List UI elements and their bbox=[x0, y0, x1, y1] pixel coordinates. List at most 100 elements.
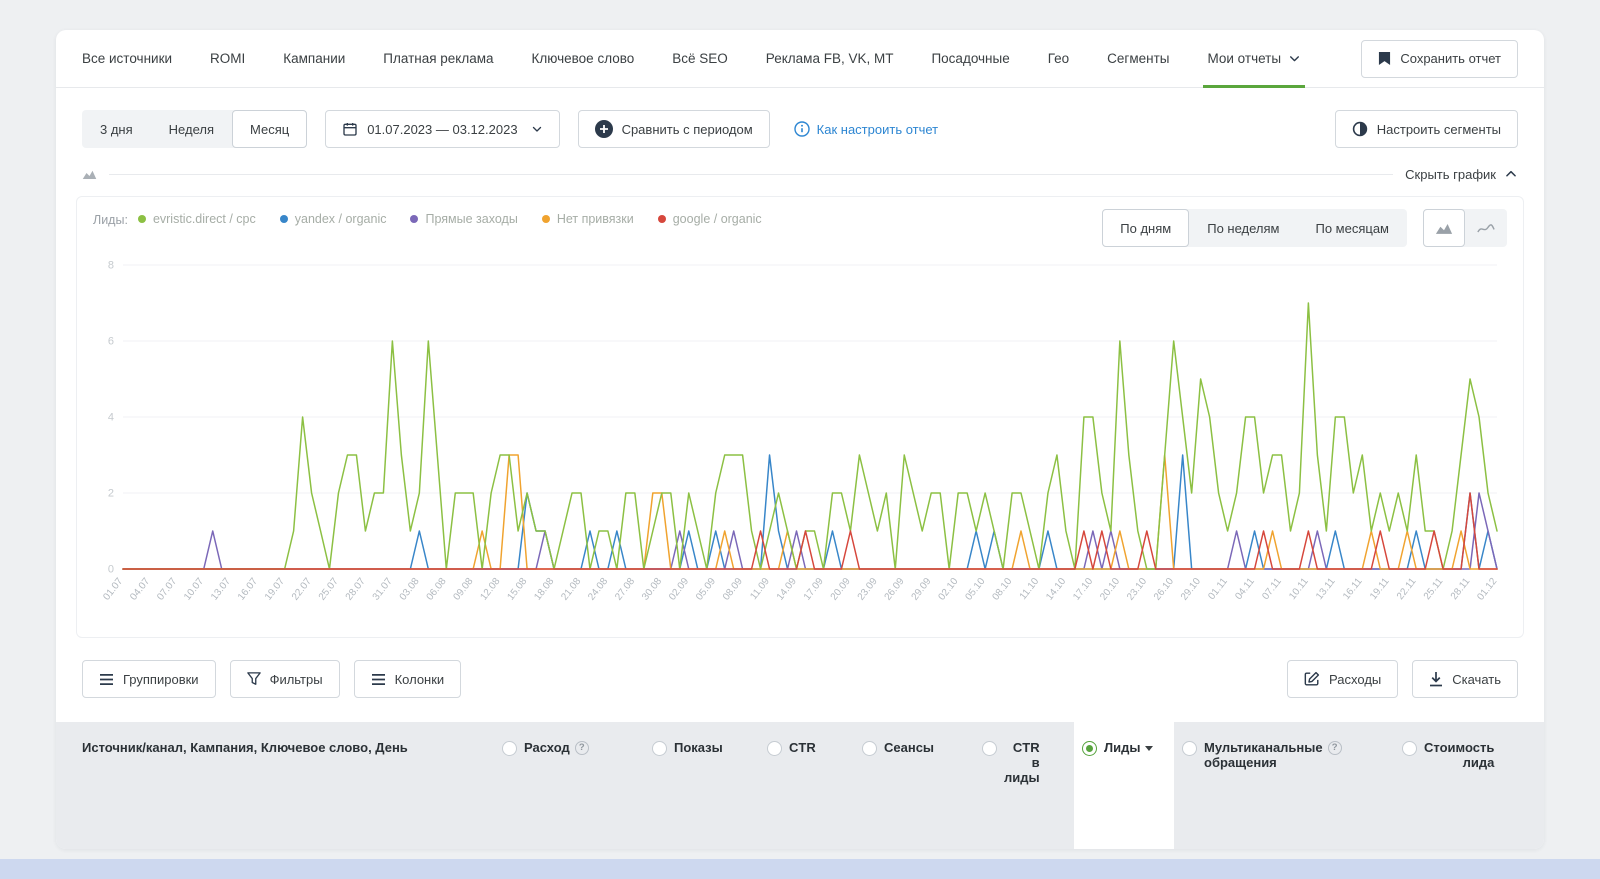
legend-dot bbox=[542, 215, 550, 223]
columns-icon bbox=[371, 673, 386, 686]
expenses-button[interactable]: Расходы bbox=[1287, 660, 1398, 698]
column-radio[interactable] bbox=[982, 741, 997, 756]
date-range-picker[interactable]: 01.07.2023 — 03.12.2023 bbox=[325, 110, 559, 148]
svg-text:16.11: 16.11 bbox=[1341, 576, 1365, 602]
svg-text:17.09: 17.09 bbox=[802, 576, 826, 603]
column-radio[interactable] bbox=[862, 741, 877, 756]
table-column-header[interactable]: CTRвлиды bbox=[974, 722, 1074, 849]
table-column-header[interactable]: Мультиканальные ?обращения bbox=[1174, 722, 1394, 849]
svg-text:03.08: 03.08 bbox=[398, 576, 422, 603]
svg-text:25.07: 25.07 bbox=[317, 576, 341, 603]
nav-tab-2[interactable]: Кампании bbox=[283, 30, 345, 87]
legend-title: Лиды: bbox=[93, 212, 128, 227]
save-report-button[interactable]: Сохранить отчет bbox=[1361, 40, 1518, 78]
column-radio[interactable] bbox=[1182, 741, 1197, 756]
nav-tab-9[interactable]: Сегменты bbox=[1107, 30, 1169, 87]
area-chart-type-button[interactable] bbox=[1423, 209, 1465, 247]
nav-tab-1[interactable]: ROMI bbox=[210, 30, 245, 87]
svg-text:18.08: 18.08 bbox=[532, 576, 556, 603]
info-icon bbox=[794, 121, 810, 137]
column-label: CTRвлиды bbox=[1004, 740, 1040, 785]
nav-tab-10[interactable]: Мои отчеты bbox=[1207, 30, 1301, 87]
download-button[interactable]: Скачать bbox=[1412, 660, 1518, 698]
svg-text:04.11: 04.11 bbox=[1233, 576, 1257, 602]
nav-tab-6[interactable]: Реклама FB, VK, MT bbox=[766, 30, 894, 87]
legend-item[interactable]: yandex / organic bbox=[280, 212, 387, 226]
line-chart-icon bbox=[1477, 222, 1495, 235]
filters-button[interactable]: Фильтры bbox=[230, 660, 340, 698]
column-radio[interactable] bbox=[1082, 741, 1097, 756]
granularity-option[interactable]: По дням bbox=[1102, 209, 1189, 247]
svg-text:27.08: 27.08 bbox=[613, 576, 637, 603]
columns-button[interactable]: Колонки bbox=[354, 660, 462, 698]
chart-type-segmented bbox=[1423, 209, 1507, 247]
nav-tab-7[interactable]: Посадочные bbox=[931, 30, 1009, 87]
legend-item[interactable]: Прямые заходы bbox=[410, 212, 517, 226]
tab-label: Гео bbox=[1048, 51, 1069, 66]
nav-tab-3[interactable]: Платная реклама bbox=[383, 30, 493, 87]
table-column-header[interactable]: CTR bbox=[759, 722, 854, 849]
table-column-header[interactable]: Лиды bbox=[1074, 722, 1174, 849]
svg-text:29.09: 29.09 bbox=[910, 576, 934, 603]
compare-period-button[interactable]: Сравнить с периодом bbox=[578, 110, 770, 148]
svg-text:13.07: 13.07 bbox=[209, 576, 233, 603]
hide-chart-link[interactable]: Скрыть график bbox=[1405, 167, 1518, 182]
segments-button[interactable]: Настроить сегменты bbox=[1335, 110, 1518, 148]
legend-label: evristic.direct / cpc bbox=[153, 212, 256, 226]
edit-icon bbox=[1304, 671, 1320, 687]
expenses-label: Расходы bbox=[1329, 672, 1381, 687]
nav-tab-4[interactable]: Ключевое слово bbox=[532, 30, 635, 87]
svg-text:6: 6 bbox=[108, 335, 114, 347]
svg-text:08.10: 08.10 bbox=[990, 576, 1014, 603]
column-radio[interactable] bbox=[767, 741, 782, 756]
column-radio[interactable] bbox=[1402, 741, 1417, 756]
column-label: Мультиканальные ?обращения bbox=[1204, 740, 1342, 770]
table-column-header[interactable]: Сеансы bbox=[854, 722, 974, 849]
table-first-column-header: Источник/канал, Кампания, Ключевое слово… bbox=[56, 722, 494, 849]
table-column-header[interactable]: Показы bbox=[644, 722, 759, 849]
report-card: Все источники ROMI Кампании Платная реклама… bbox=[56, 30, 1544, 849]
column-label: Расход ? bbox=[524, 740, 589, 755]
legend-label: yandex / organic bbox=[295, 212, 387, 226]
svg-text:06.08: 06.08 bbox=[425, 576, 449, 603]
period-option[interactable]: Неделя bbox=[151, 110, 232, 148]
info-icon: ? bbox=[575, 741, 589, 755]
hide-chart-label: Скрыть график bbox=[1405, 167, 1496, 182]
line-chart-type-button[interactable] bbox=[1465, 209, 1507, 247]
nav-tab-0[interactable]: Все источники bbox=[82, 30, 172, 87]
svg-text:2: 2 bbox=[108, 487, 114, 499]
svg-text:05.09: 05.09 bbox=[694, 576, 718, 603]
nav-tabs-bar: Все источники ROMI Кампании Платная реклама… bbox=[56, 30, 1544, 88]
nav-tab-5[interactable]: Всё SEO bbox=[672, 30, 728, 87]
legend-item[interactable]: google / organic bbox=[658, 212, 762, 226]
area-chart-icon bbox=[1435, 222, 1453, 235]
svg-text:17.10: 17.10 bbox=[1071, 576, 1095, 603]
tab-label: Всё SEO bbox=[672, 51, 728, 66]
groupings-label: Группировки bbox=[123, 672, 199, 687]
svg-text:04.07: 04.07 bbox=[128, 576, 152, 603]
legend-item[interactable]: Нет привязки bbox=[542, 212, 634, 226]
legend-item[interactable]: evristic.direct / cpc bbox=[138, 212, 256, 226]
nav-tab-8[interactable]: Гео bbox=[1048, 30, 1069, 87]
svg-text:19.07: 19.07 bbox=[263, 576, 287, 603]
svg-text:19.11: 19.11 bbox=[1368, 576, 1392, 602]
column-radio[interactable] bbox=[502, 741, 517, 756]
info-icon: ? bbox=[1328, 741, 1342, 755]
table-column-header[interactable]: Расход ? bbox=[494, 722, 644, 849]
help-link[interactable]: Как настроить отчет bbox=[794, 121, 938, 137]
column-radio[interactable] bbox=[652, 741, 667, 756]
granularity-segmented: По днямПо неделямПо месяцам bbox=[1102, 209, 1407, 247]
period-option[interactable]: 3 дня bbox=[82, 110, 151, 148]
tab-label: Кампании bbox=[283, 51, 345, 66]
chart-panel: Лиды: evristic.direct / cpc yandex / orga… bbox=[76, 196, 1524, 638]
period-option[interactable]: Месяц bbox=[232, 110, 307, 148]
tab-label: ROMI bbox=[210, 51, 245, 66]
legend-dot bbox=[138, 215, 146, 223]
plus-circle-icon bbox=[595, 120, 613, 138]
download-label: Скачать bbox=[1452, 672, 1501, 687]
granularity-option[interactable]: По месяцам bbox=[1297, 209, 1407, 247]
granularity-option[interactable]: По неделям bbox=[1189, 209, 1297, 247]
table-column-header[interactable]: Стоимостьлида bbox=[1394, 722, 1544, 849]
chevron-up-icon bbox=[1504, 167, 1518, 181]
groupings-button[interactable]: Группировки bbox=[82, 660, 216, 698]
